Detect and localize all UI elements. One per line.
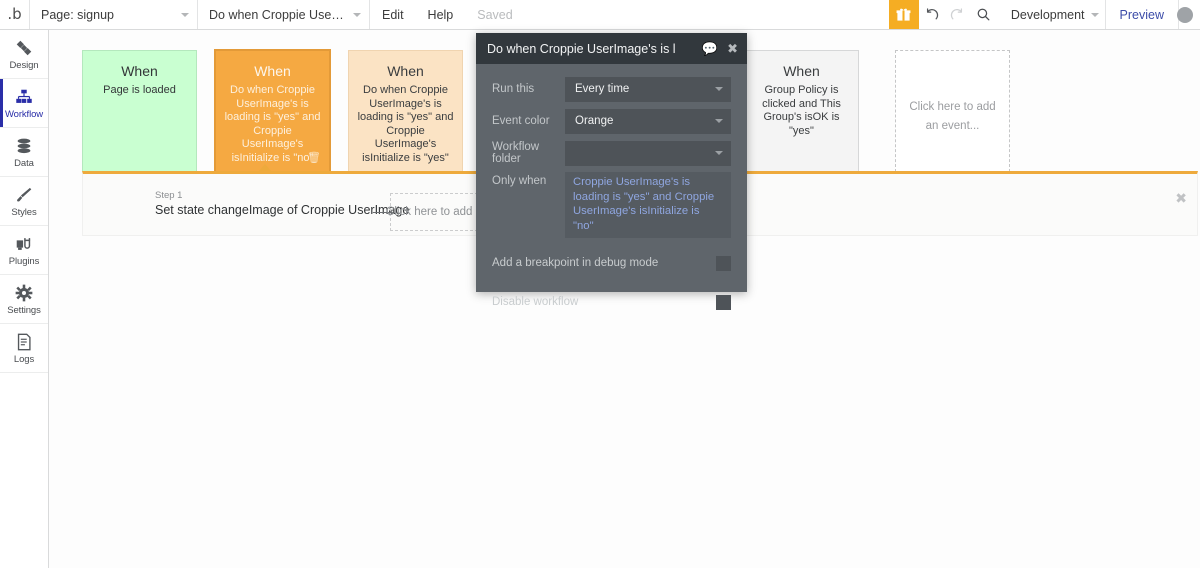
breakpoint-checkbox[interactable]: [716, 255, 731, 271]
plugins-icon: [14, 233, 34, 254]
event-card-description: Page is loaded: [103, 84, 176, 96]
redo-icon: [951, 8, 963, 20]
avatar: [1177, 6, 1193, 23]
event-card[interactable]: When Group Policy is clicked and This Gr…: [744, 50, 859, 172]
event-card[interactable]: When Page is loaded: [82, 50, 197, 172]
event-card-when: When: [387, 63, 424, 79]
sidebar-item-label: Logs: [13, 354, 35, 365]
chevron-down-icon: [181, 12, 189, 17]
undo-icon: [927, 8, 939, 20]
sidebar-item-label: Settings: [7, 305, 41, 316]
toggle-disable-workflow[interactable]: Disable workflow: [492, 288, 731, 316]
event-card-when: When: [254, 63, 291, 79]
workflow-selector-label: Do when Croppie UserImage's is...: [209, 7, 347, 22]
left-sidebar: Design Workflow Data Styles Plugins Sett…: [0, 30, 56, 568]
gift-button[interactable]: [888, 0, 919, 29]
redo-button[interactable]: [945, 0, 971, 29]
event-card-when: When: [121, 63, 158, 79]
preview-button[interactable]: Preview: [1104, 0, 1178, 29]
sidebar-item-styles[interactable]: Styles: [0, 177, 48, 226]
close-icon[interactable]: ✖: [727, 41, 738, 57]
close-icon[interactable]: ✖: [1175, 190, 1187, 207]
brush-icon: [14, 184, 34, 205]
event-color-value: Orange: [575, 115, 614, 127]
sidebar-item-data[interactable]: Data: [0, 128, 48, 177]
event-card-selected[interactable]: When Do when Croppie UserImage's is load…: [215, 50, 330, 172]
step-number-label: Step 1: [155, 190, 183, 201]
field-workflow-folder: Workflow folder: [492, 140, 731, 166]
design-icon: [14, 37, 34, 58]
edit-menu[interactable]: Edit: [370, 0, 416, 29]
workflow-icon: [14, 86, 34, 107]
sidebar-item-plugins[interactable]: Plugins: [0, 226, 48, 275]
sidebar-item-label: Styles: [11, 207, 37, 218]
band-pointer-icon: [258, 164, 272, 172]
logs-icon: [14, 331, 34, 352]
add-event-label: Click here to add an event...: [909, 101, 996, 132]
chevron-down-icon: [1090, 12, 1099, 17]
event-color-select[interactable]: Orange: [565, 108, 731, 134]
field-event-color: Event color Orange: [492, 108, 731, 134]
environment-label: Development: [1010, 7, 1085, 22]
event-properties-dialog: Do when Croppie UserImage's is l 💬 ✖ Run…: [476, 33, 747, 310]
field-run-this: Run this Every time: [492, 76, 731, 102]
field-label: Event color: [492, 115, 550, 127]
account-menu[interactable]: [1177, 0, 1200, 29]
event-card-when: When: [783, 63, 820, 79]
saved-status: Saved: [477, 7, 513, 22]
undo-button[interactable]: [919, 0, 945, 29]
chevron-down-icon: [715, 87, 723, 91]
dialog-header: Do when Croppie UserImage's is l 💬 ✖: [476, 33, 747, 64]
gear-icon: [14, 282, 34, 303]
search-button[interactable]: [971, 0, 997, 29]
environment-selector[interactable]: Development: [997, 0, 1105, 29]
chevron-down-icon: [715, 151, 723, 155]
workflow-folder-select[interactable]: [565, 140, 731, 166]
event-card-description: Group Policy is clicked and This Group's…: [762, 84, 841, 137]
disable-workflow-checkbox[interactable]: [716, 294, 731, 310]
field-label: Only when: [492, 175, 547, 187]
toggle-breakpoint[interactable]: Add a breakpoint in debug mode: [492, 249, 731, 277]
sidebar-item-workflow[interactable]: Workflow: [0, 79, 48, 128]
only-when-expression[interactable]: Croppie UserImage's is loading is "yes" …: [565, 172, 731, 238]
field-label: Workflow folder: [492, 141, 540, 165]
dialog-title: Do when Croppie UserImage's is l: [487, 41, 676, 56]
workflow-canvas: When Page is loaded When Do when Croppie…: [49, 30, 1200, 568]
sidebar-item-settings[interactable]: Settings: [0, 275, 48, 324]
sidebar-item-label: Workflow: [4, 109, 44, 120]
comment-icon[interactable]: 💬: [702, 41, 718, 57]
sidebar-item-label: Design: [9, 60, 39, 71]
database-icon: [14, 135, 34, 156]
event-card[interactable]: When Do when Croppie UserImage's is load…: [348, 50, 463, 172]
trash-icon[interactable]: 🗑: [307, 151, 321, 164]
gift-icon: [896, 8, 911, 21]
logo-b-icon: .b: [7, 5, 22, 23]
add-event-placeholder[interactable]: Click here to add an event...: [895, 50, 1010, 172]
event-card-description: Do when Croppie UserImage's is loading i…: [357, 84, 454, 164]
help-menu[interactable]: Help: [416, 0, 466, 29]
sidebar-item-label: Data: [14, 158, 34, 169]
workflow-selector[interactable]: Do when Croppie UserImage's is...: [198, 0, 370, 29]
search-icon: [977, 8, 990, 21]
field-only-when: Only when Croppie UserImage's is loading…: [492, 172, 731, 238]
top-toolbar: .b Page: signup Do when Croppie UserImag…: [0, 0, 1200, 30]
toggle-label: Add a breakpoint in debug mode: [492, 257, 659, 269]
toggle-label: Disable workflow: [492, 296, 579, 308]
run-this-select[interactable]: Every time: [565, 76, 731, 102]
app-logo[interactable]: .b: [0, 0, 30, 29]
run-this-value: Every time: [575, 83, 630, 95]
page-selector[interactable]: Page: signup: [30, 0, 198, 29]
chevron-down-icon: [715, 119, 723, 123]
field-label: Run this: [492, 83, 535, 95]
dialog-body: Run this Every time Event color Orange W…: [476, 64, 747, 316]
sidebar-item-design[interactable]: Design: [0, 30, 48, 79]
sidebar-item-label: Plugins: [8, 256, 40, 267]
chevron-down-icon: [353, 12, 361, 17]
page-selector-label: Page: signup: [41, 7, 114, 22]
sidebar-item-logs[interactable]: Logs: [0, 324, 48, 373]
